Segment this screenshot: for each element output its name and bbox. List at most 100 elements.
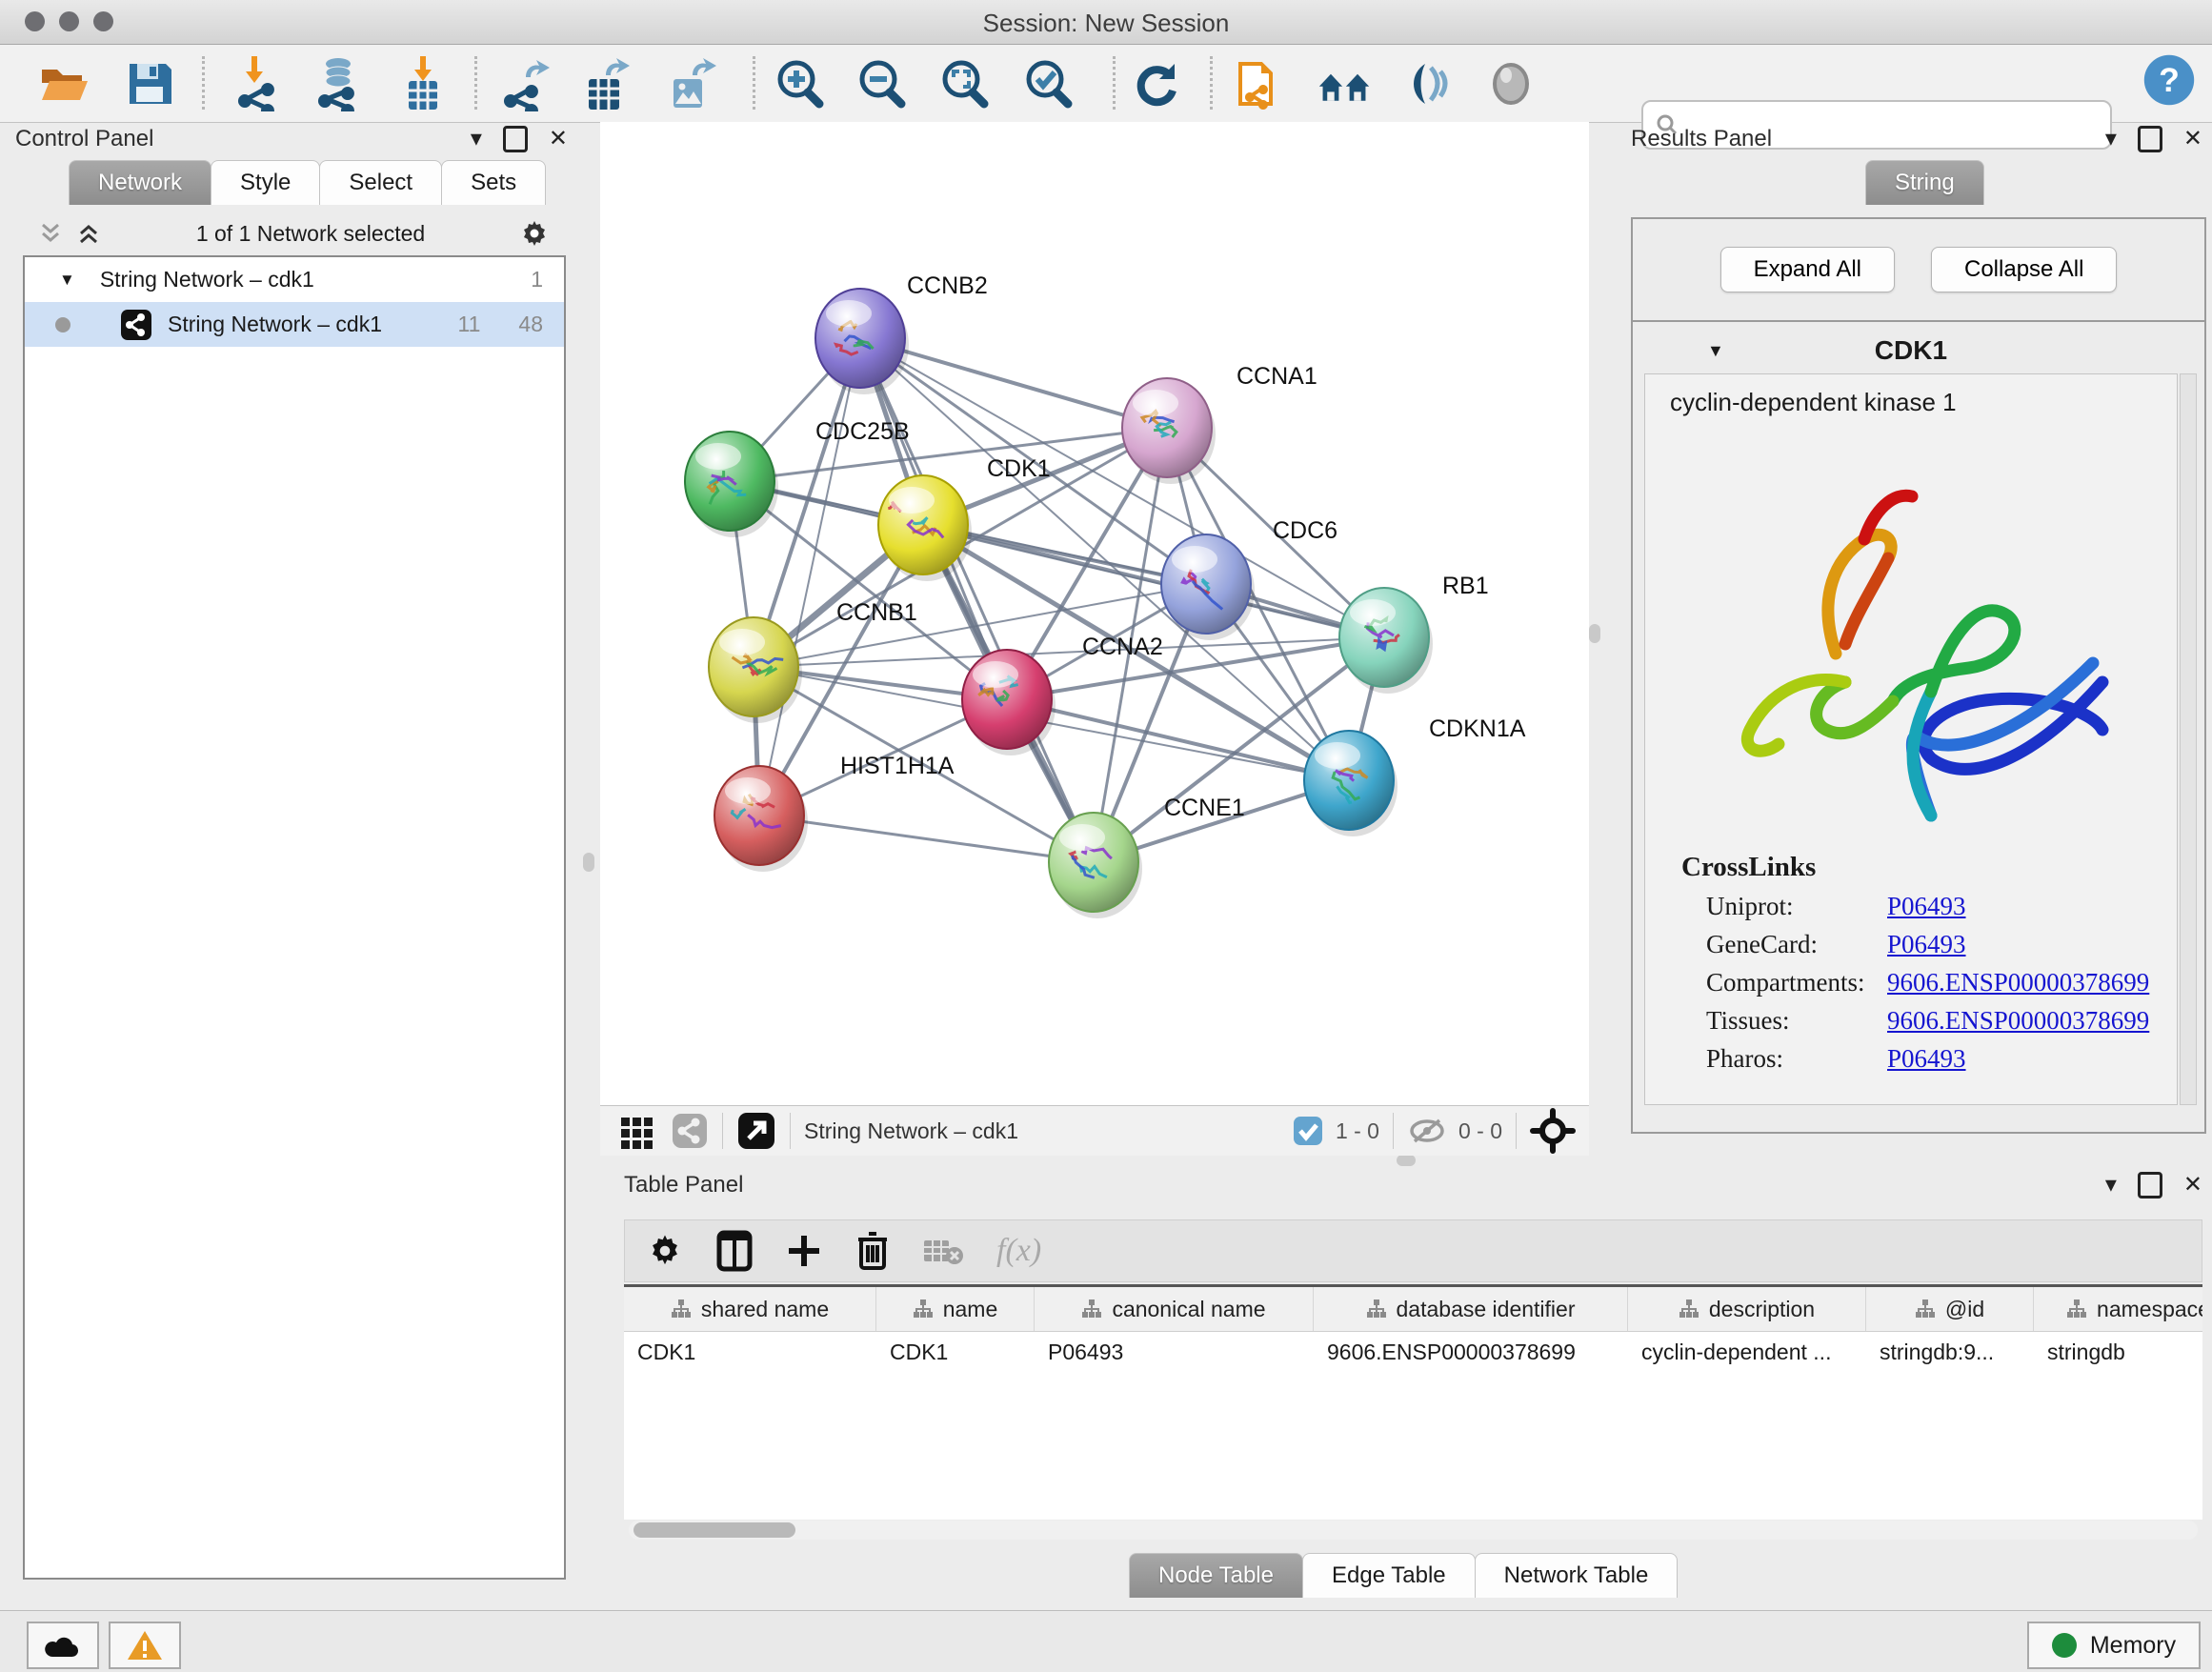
crosslink-value-link[interactable]: 9606.ENSP00000378699 [1887, 1006, 2149, 1036]
table-panel-close-icon[interactable]: ✕ [2183, 1174, 2202, 1197]
node-label: RB1 [1442, 573, 1489, 599]
node-table[interactable]: shared namenamecanonical namedatabase id… [624, 1284, 2202, 1520]
save-icon[interactable] [122, 56, 177, 111]
network-node-ccne1[interactable]: CCNE1 [1049, 795, 1245, 918]
network-collection-row[interactable]: ▼ String Network – cdk1 1 [25, 257, 564, 302]
gear-icon[interactable] [518, 217, 551, 250]
show-columns-icon[interactable] [716, 1230, 753, 1272]
open-folder-icon[interactable] [36, 56, 91, 111]
table-cell[interactable]: stringdb:9... [1866, 1332, 2034, 1376]
string-home-icon[interactable] [1317, 56, 1372, 111]
open-view-icon[interactable] [736, 1111, 776, 1151]
crosslink-value-link[interactable]: P06493 [1887, 892, 1966, 921]
network-canvas[interactable]: CCNB2CCNA1CDC25BCDK1CDC6RB1CCNB1CCNA2CDK… [600, 122, 1589, 1105]
delete-column-icon[interactable] [855, 1230, 890, 1272]
refresh-icon[interactable] [1129, 56, 1184, 111]
selected-checkbox-icon[interactable] [1292, 1115, 1324, 1147]
collection-count: 1 [531, 267, 543, 292]
collection-expand-icon[interactable]: ▼ [59, 271, 75, 290]
memory-button[interactable]: Memory [2027, 1622, 2201, 1669]
right-splitter-handle[interactable] [1589, 624, 1600, 643]
collapse-all-icon[interactable] [36, 219, 65, 248]
table-panel-menu-icon[interactable]: ▾ [2105, 1174, 2117, 1197]
network-node-cdkn1a[interactable]: CDKN1A [1304, 715, 1526, 836]
table-cell[interactable]: cyclin-dependent ... [1628, 1332, 1866, 1376]
view-share-icon[interactable] [671, 1112, 709, 1150]
column-header-description[interactable]: description [1628, 1287, 1866, 1331]
table-cell[interactable]: stringdb [2034, 1332, 2202, 1376]
network-node-ccna1[interactable]: CCNA1 [1122, 363, 1317, 484]
network-node-cdc25b[interactable]: CDC25B [685, 418, 910, 537]
import-network-icon[interactable] [230, 56, 285, 111]
export-table-icon[interactable] [577, 56, 633, 111]
zoom-in-icon[interactable] [774, 56, 829, 111]
table-hscrollbar-track[interactable] [629, 1521, 2198, 1540]
tab-select[interactable]: Select [319, 160, 442, 205]
column-header-@id[interactable]: @id [1866, 1287, 2034, 1331]
cloud-status-button[interactable] [27, 1622, 99, 1669]
network-row[interactable]: String Network – cdk1 11 48 [25, 302, 564, 347]
import-database-icon[interactable] [310, 56, 365, 111]
network-edge[interactable] [759, 338, 860, 816]
tab-network[interactable]: Network [69, 160, 211, 205]
export-network-icon[interactable] [497, 56, 553, 111]
bottom-splitter-handle[interactable] [1397, 1155, 1416, 1166]
control-panel-float-icon[interactable] [503, 126, 528, 152]
node-position-icon[interactable] [1530, 1108, 1576, 1154]
warning-status-button[interactable] [109, 1622, 181, 1669]
table-hscrollbar-thumb[interactable] [633, 1522, 795, 1538]
string-document-icon[interactable] [1231, 56, 1286, 111]
gene-expand-icon[interactable]: ▼ [1707, 341, 1724, 361]
network-list-header: 1 of 1 Network selected [23, 212, 562, 255]
control-panel-menu-icon[interactable]: ▾ [471, 128, 482, 151]
zoom-out-icon[interactable] [855, 56, 911, 111]
tab-edge-table[interactable]: Edge Table [1302, 1553, 1476, 1598]
tab-network-table[interactable]: Network Table [1475, 1553, 1679, 1598]
tab-sets[interactable]: Sets [441, 160, 546, 205]
crosslink-value-link[interactable]: P06493 [1887, 1044, 1966, 1074]
table-cell[interactable]: P06493 [1035, 1332, 1314, 1376]
table-row[interactable]: CDK1CDK1P064939606.ENSP00000378699cyclin… [624, 1332, 2202, 1376]
left-splitter-handle[interactable] [583, 853, 594, 872]
results-scrollbar[interactable] [2180, 373, 2197, 1105]
expand-all-button[interactable]: Expand All [1720, 247, 1895, 292]
gene-section-header[interactable]: ▼ CDK1 [1631, 330, 2202, 372]
import-table-icon[interactable] [395, 56, 451, 111]
expand-all-icon[interactable] [74, 219, 103, 248]
attribute-icon [1081, 1299, 1102, 1319]
collapse-all-button[interactable]: Collapse All [1931, 247, 2117, 292]
results-panel-close-icon[interactable]: ✕ [2183, 128, 2202, 151]
network-share-icon [120, 309, 152, 341]
results-panel-float-icon[interactable] [2138, 126, 2162, 152]
table-panel-float-icon[interactable] [2138, 1172, 2162, 1199]
glass-ball-icon[interactable] [1400, 56, 1456, 111]
export-image-icon[interactable] [662, 56, 717, 111]
network-node-rb1[interactable]: RB1 [1339, 573, 1489, 694]
results-panel-menu-icon[interactable]: ▾ [2105, 128, 2117, 151]
network-node-hist1h1a[interactable]: HIST1H1A [714, 753, 955, 872]
column-header-shared-name[interactable]: shared name [624, 1287, 876, 1331]
column-header-database-identifier[interactable]: database identifier [1314, 1287, 1628, 1331]
control-panel-close-icon[interactable]: ✕ [549, 128, 568, 151]
table-cell[interactable]: CDK1 [624, 1332, 876, 1376]
network-node-cdc6[interactable]: CDC6 [1161, 517, 1337, 640]
tab-node-table[interactable]: Node Table [1129, 1553, 1303, 1598]
birdseye-grid-icon[interactable] [617, 1112, 655, 1150]
tab-string[interactable]: String [1865, 160, 1984, 205]
column-header-canonical-name[interactable]: canonical name [1035, 1287, 1314, 1331]
zoom-fit-icon[interactable] [938, 56, 994, 111]
add-column-icon[interactable] [785, 1232, 823, 1270]
crosslink-value-link[interactable]: P06493 [1887, 930, 1966, 959]
table-cell[interactable]: CDK1 [876, 1332, 1035, 1376]
table-gear-icon[interactable] [646, 1232, 684, 1270]
help-icon[interactable]: ? [2142, 52, 2197, 108]
column-header-name[interactable]: name [876, 1287, 1035, 1331]
table-cell[interactable]: 9606.ENSP00000378699 [1314, 1332, 1628, 1376]
crosslink-value-link[interactable]: 9606.ENSP00000378699 [1887, 968, 2149, 997]
zoom-selected-icon[interactable] [1022, 56, 1077, 111]
tab-style[interactable]: Style [211, 160, 320, 205]
network-edge[interactable] [759, 816, 1094, 862]
hidden-eye-icon[interactable] [1407, 1115, 1447, 1147]
string-style-icon[interactable] [1483, 56, 1538, 111]
column-header-namespace[interactable]: namespace [2034, 1287, 2202, 1331]
